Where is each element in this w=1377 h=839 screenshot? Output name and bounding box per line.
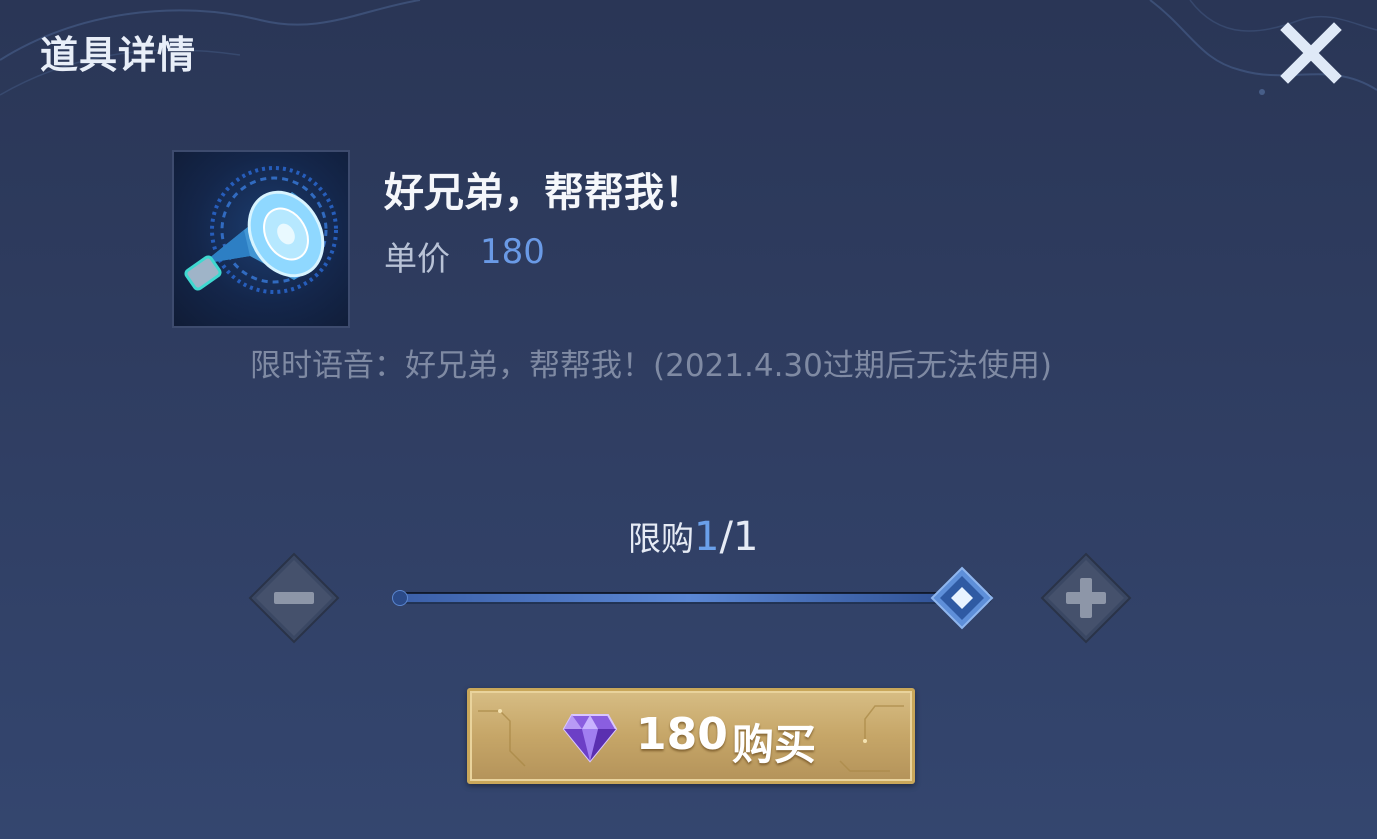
item-description: 限时语音：好兄弟，帮帮我！(2021.4.30过期后无法使用) — [250, 348, 1052, 384]
item-detail-dialog: 道具详情 好兄弟，帮帮我！ 单价 180 限时语音：好兄弟，帮帮我！(2021.… — [0, 0, 1377, 839]
quantity-slider-thumb[interactable] — [930, 566, 994, 630]
megaphone-icon — [184, 166, 338, 294]
decorative-swirl-header — [0, 0, 1377, 96]
close-button[interactable] — [1278, 20, 1344, 86]
quantity-slider-track[interactable] — [392, 590, 992, 606]
unit-price-label: 单价 — [384, 239, 450, 278]
minus-icon — [248, 552, 340, 644]
buy-button[interactable]: 180 购买 — [467, 688, 915, 784]
close-icon — [1280, 22, 1342, 84]
quantity-slider-start — [392, 590, 408, 606]
diamond-gem-icon — [562, 714, 618, 763]
increase-quantity-button[interactable] — [1040, 552, 1132, 644]
buy-price: 180 — [636, 709, 728, 760]
quantity-slider-fill — [396, 594, 982, 602]
dialog-title: 道具详情 — [40, 33, 197, 77]
purchase-limit: 限购1/1 — [628, 512, 758, 560]
slider-thumb-icon — [930, 566, 994, 630]
unit-price-value: 180 — [480, 232, 545, 272]
purchase-limit-separator: / — [719, 514, 733, 560]
purchase-limit-max: 1 — [732, 514, 759, 560]
purchase-limit-label: 限购 — [628, 519, 694, 558]
decrease-quantity-button[interactable] — [248, 552, 340, 644]
buy-label: 购买 — [732, 720, 817, 769]
plus-icon — [1040, 552, 1132, 644]
item-icon-frame — [172, 150, 350, 328]
purchase-limit-current: 1 — [694, 514, 720, 560]
item-name: 好兄弟，帮帮我！ — [384, 170, 704, 216]
